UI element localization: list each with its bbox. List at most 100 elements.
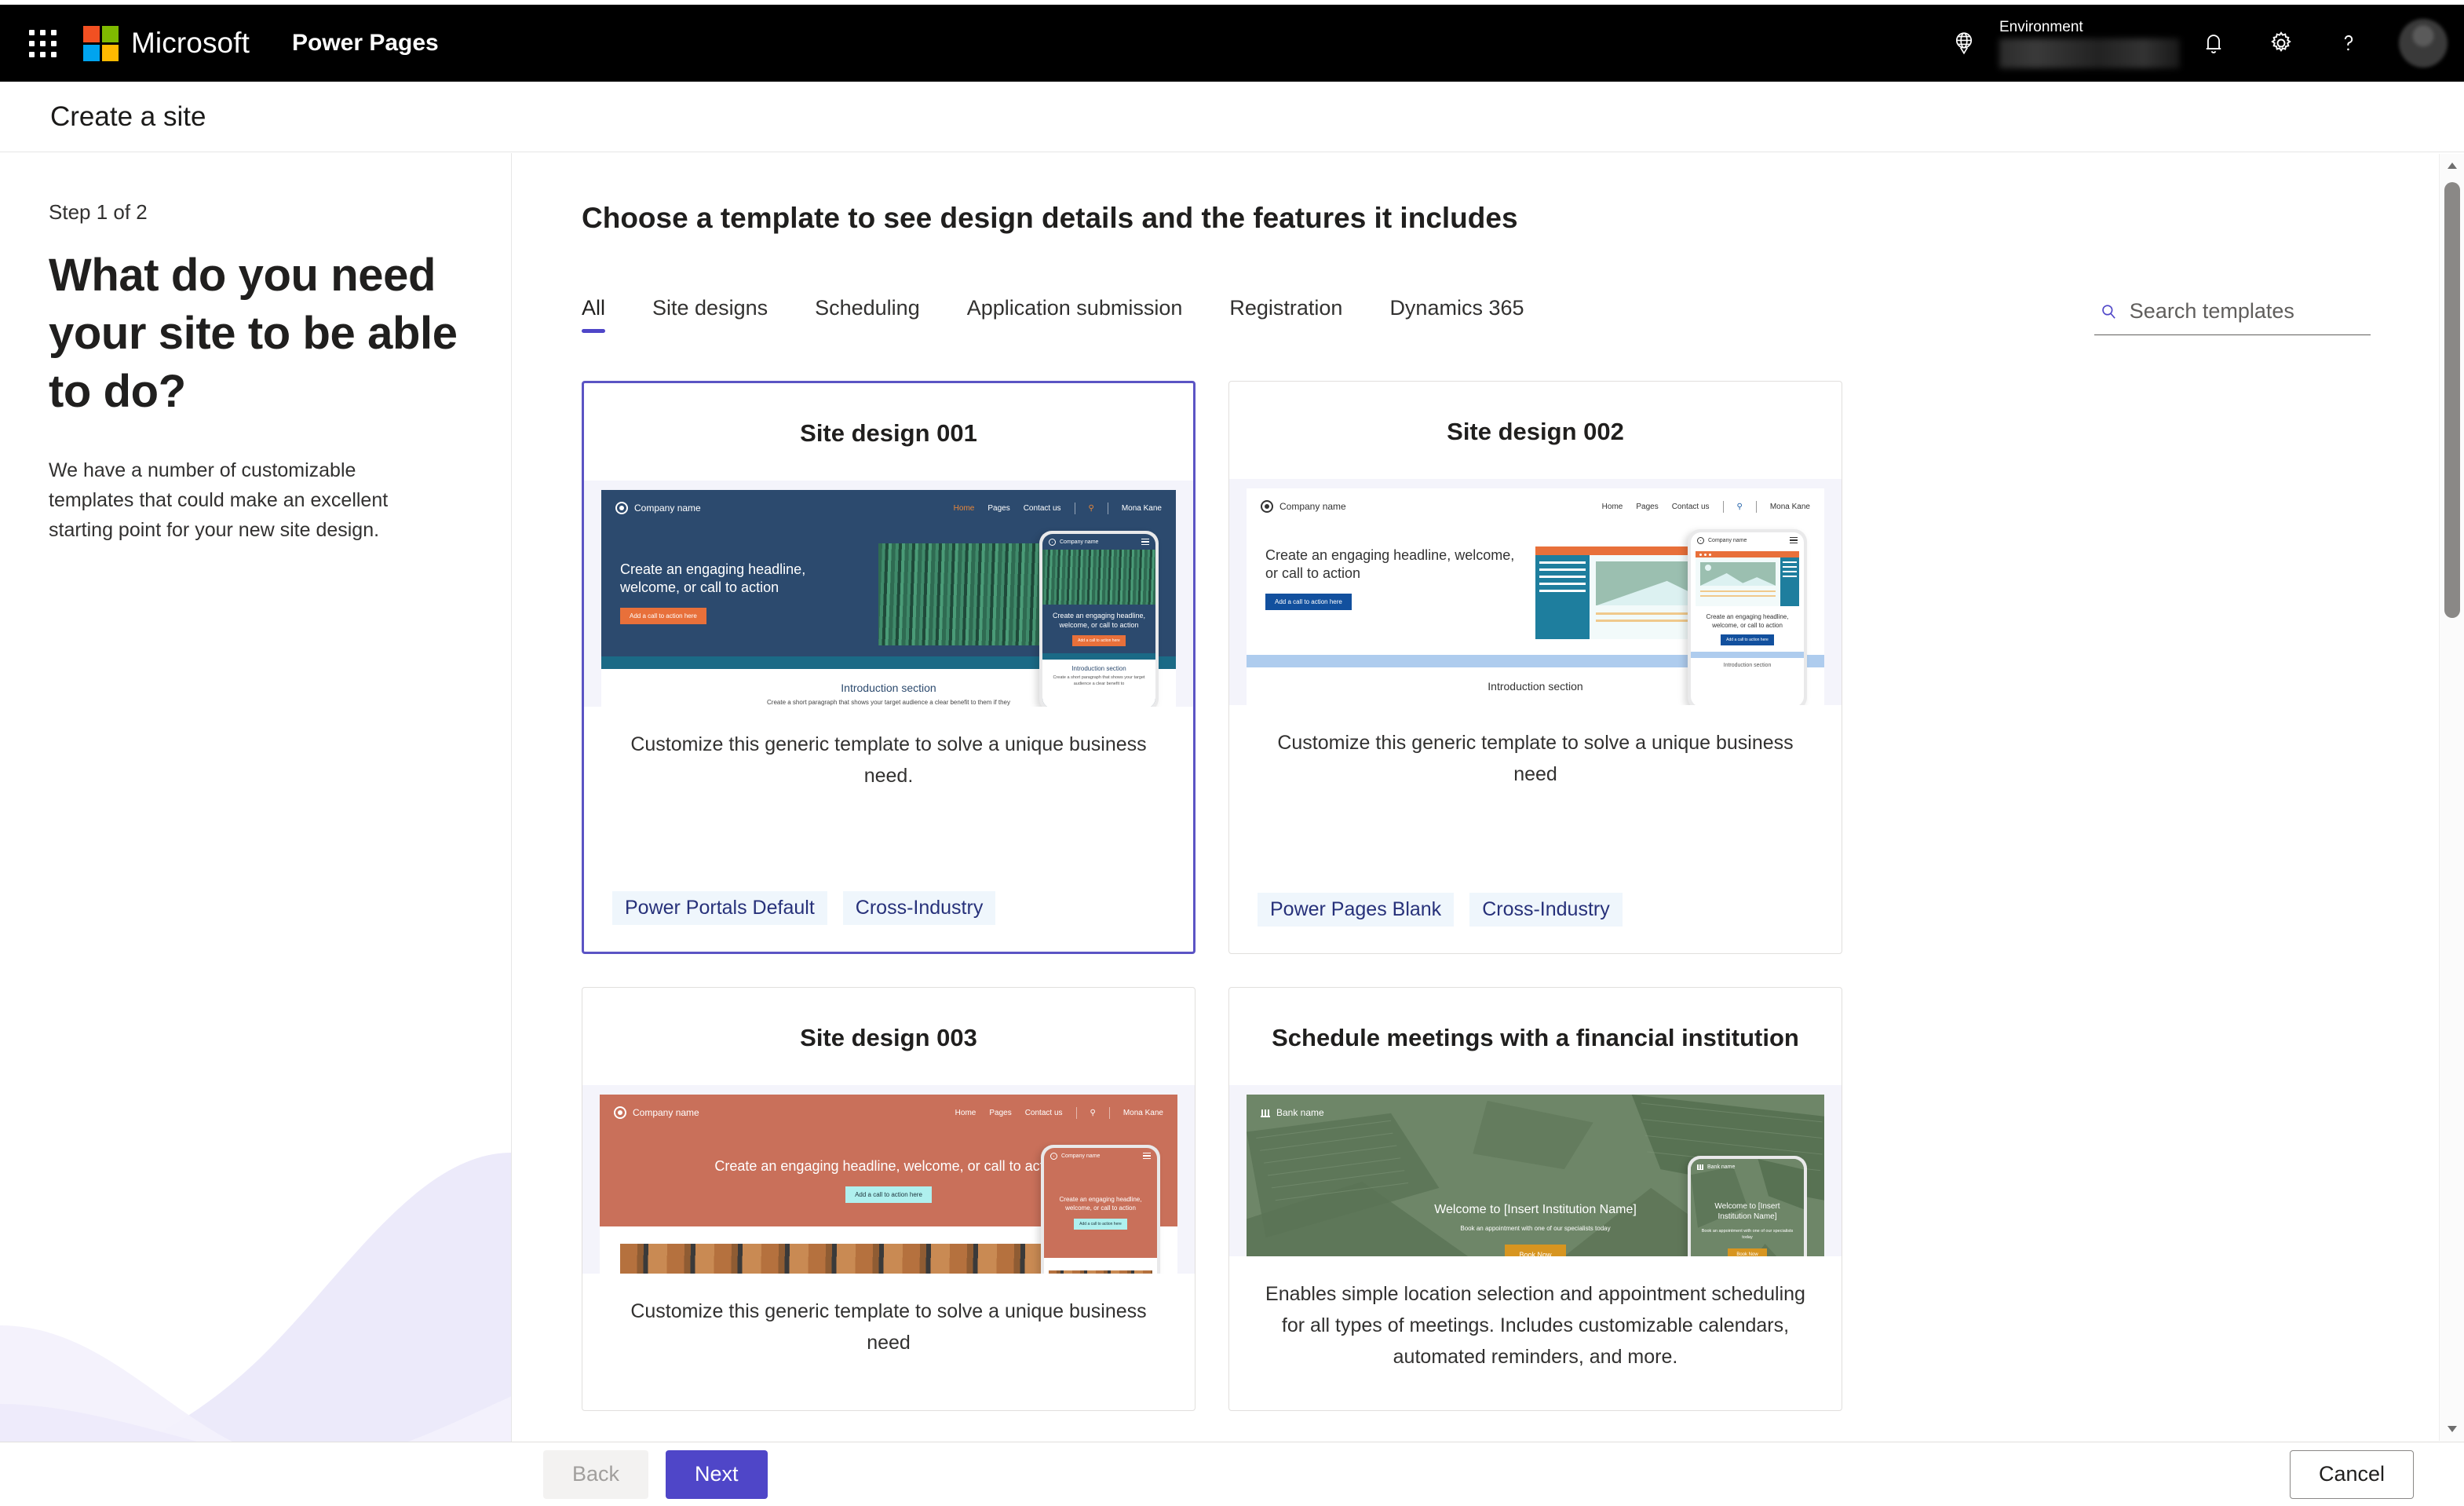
preview-phone-mockup: Bank name Welcome to [Insert Institution… bbox=[1688, 1156, 1807, 1256]
chevron-up-icon bbox=[2447, 163, 2457, 169]
account-avatar-button[interactable] bbox=[2382, 19, 2464, 68]
search-templates-box[interactable] bbox=[2094, 296, 2371, 335]
tab-scheduling[interactable]: Scheduling bbox=[815, 296, 920, 333]
preview-search-icon: ⚲ bbox=[1090, 1108, 1096, 1117]
preview-headline: Create an engaging headline, welcome, or… bbox=[714, 1158, 1063, 1174]
scrollbar-track[interactable] bbox=[2440, 177, 2464, 1417]
template-card-site-design-002[interactable]: Site design 002 Company name Home Pages … bbox=[1228, 381, 1842, 954]
cancel-button[interactable]: Cancel bbox=[2289, 1449, 2414, 1499]
card-tag-list bbox=[582, 1384, 1195, 1410]
preview-brand: Company name bbox=[1279, 501, 1346, 512]
preview-site: Company name Home Pages Contact us ⚲ Mon… bbox=[601, 490, 1176, 707]
microsoft-wordmark: Microsoft bbox=[131, 27, 250, 59]
phone-brand: Company name bbox=[1708, 537, 1747, 543]
template-card-schedule-meetings[interactable]: Schedule meetings with a financial insti… bbox=[1228, 987, 1842, 1411]
phone-brand: Company name bbox=[1060, 539, 1099, 545]
notifications-button[interactable] bbox=[2180, 5, 2247, 82]
environment-globe-button[interactable] bbox=[1935, 30, 1993, 57]
microsoft-logo-link[interactable]: Microsoft bbox=[83, 25, 250, 61]
gallery-heading: Choose a template to see design details … bbox=[582, 202, 1518, 234]
card-description: Customize this generic template to solve… bbox=[1277, 732, 1794, 785]
phone-headline: Welcome to [Insert Institution Name] bbox=[1714, 1202, 1780, 1221]
card-thumbnail: Company name Home Pages Contact us ⚲ Mon… bbox=[1229, 479, 1842, 705]
phone-cta-button: Book Now bbox=[1728, 1248, 1767, 1256]
environment-value bbox=[1999, 38, 2180, 68]
environment-selector[interactable]: Environment bbox=[1999, 19, 2180, 68]
phone-brand-icon bbox=[1050, 1152, 1057, 1160]
scroll-down-button[interactable] bbox=[2447, 1417, 2458, 1441]
wizard-description: We have a number of customizable templat… bbox=[49, 459, 389, 541]
preview-brand: Company name bbox=[633, 1107, 699, 1118]
suite-header-bar: Microsoft Power Pages Environment bbox=[0, 5, 2464, 82]
avatar bbox=[2399, 19, 2448, 68]
preview-site: Company name Home Pages Contact us ⚲ Mon… bbox=[600, 1095, 1177, 1274]
tab-dynamics-365[interactable]: Dynamics 365 bbox=[1389, 296, 1524, 333]
nav-divider bbox=[1075, 1106, 1077, 1119]
preview-site: Bank name Welcome to [Insert Institution… bbox=[1247, 1095, 1824, 1256]
tab-application-submission[interactable]: Application submission bbox=[967, 296, 1183, 333]
preview-user: Mona Kane bbox=[1769, 502, 1810, 511]
brand-ring-icon bbox=[615, 502, 628, 514]
phone-brand-icon bbox=[1697, 536, 1704, 544]
preview-nav-pages: Pages bbox=[989, 1108, 1012, 1117]
search-input[interactable] bbox=[2129, 299, 2366, 323]
card-tag-list bbox=[1229, 1384, 1842, 1410]
next-button[interactable]: Next bbox=[666, 1449, 768, 1499]
page-title: Create a site bbox=[50, 101, 206, 132]
phone-subhead: Book an appointment with one of our spec… bbox=[1701, 1229, 1794, 1240]
help-button[interactable] bbox=[2315, 5, 2382, 82]
card-title: Site design 002 bbox=[1447, 418, 1624, 445]
card-tag[interactable]: Cross-Industry bbox=[1469, 893, 1623, 927]
back-button[interactable]: Back bbox=[543, 1449, 649, 1499]
preview-user: Mona Kane bbox=[1122, 1108, 1163, 1117]
card-title: Schedule meetings with a financial insti… bbox=[1272, 1024, 1799, 1051]
question-mark-icon bbox=[2344, 35, 2353, 51]
settings-button[interactable] bbox=[2247, 5, 2315, 82]
template-card-site-design-003[interactable]: Site design 003 Company name Home Pages … bbox=[582, 987, 1195, 1411]
phone-cta-button: Add a call to action here bbox=[1074, 1219, 1127, 1230]
phone-cta-button: Add a call to action here bbox=[1072, 635, 1126, 646]
preview-cta-button: Add a call to action here bbox=[1265, 594, 1352, 610]
card-tag-list: Power Pages Blank Cross-Industry bbox=[1229, 893, 1842, 953]
phone-cta-button: Add a call to action here bbox=[1721, 634, 1774, 645]
card-tag[interactable]: Power Pages Blank bbox=[1258, 893, 1455, 927]
phone-intro-text: Create a short paragraph that shows your… bbox=[1053, 675, 1145, 686]
bell-icon bbox=[2206, 35, 2221, 53]
template-card-grid: Site design 001 Company name Home Pages … bbox=[582, 381, 2371, 1411]
tab-registration[interactable]: Registration bbox=[1229, 296, 1342, 333]
wizard-question: What do you need your site to be able to… bbox=[49, 250, 458, 417]
scrollbar-thumb[interactable] bbox=[2444, 182, 2460, 618]
card-tag[interactable]: Power Portals Default bbox=[612, 891, 827, 925]
phone-headline: Create an engaging headline, welcome, or… bbox=[1052, 612, 1146, 629]
scroll-up-button[interactable] bbox=[2447, 154, 2458, 177]
brand-ring-icon bbox=[1261, 500, 1273, 513]
phone-hero-image bbox=[1042, 550, 1155, 605]
card-title: Site design 003 bbox=[800, 1024, 977, 1051]
brand-ring-icon bbox=[614, 1106, 626, 1119]
template-card-site-design-001[interactable]: Site design 001 Company name Home Pages … bbox=[582, 381, 1195, 954]
preview-headline: Create an engaging headline, welcome, or… bbox=[620, 561, 806, 595]
phone-brand: Company name bbox=[1061, 1153, 1101, 1159]
hamburger-menu-icon bbox=[1143, 1152, 1151, 1160]
gallery-scrollbar[interactable] bbox=[2439, 154, 2464, 1441]
phone-accent-strip bbox=[1042, 653, 1155, 660]
card-thumbnail: Company name Home Pages Contact us ⚲ Mon… bbox=[584, 481, 1193, 707]
preview-brand: Company name bbox=[634, 503, 701, 514]
app-launcher-button[interactable] bbox=[13, 29, 72, 57]
card-tag[interactable]: Cross-Industry bbox=[842, 891, 996, 925]
environment-label: Environment bbox=[1999, 18, 2083, 35]
hamburger-menu-icon bbox=[1141, 538, 1149, 546]
tab-all[interactable]: All bbox=[582, 296, 606, 333]
card-title: Site design 001 bbox=[800, 419, 977, 447]
card-description: Customize this generic template to solve… bbox=[630, 733, 1147, 787]
preview-cta-button: Book Now bbox=[1505, 1245, 1566, 1256]
preview-nav-contact: Contact us bbox=[1671, 502, 1710, 511]
tab-site-designs[interactable]: Site designs bbox=[652, 296, 768, 333]
step-indicator: Step 1 of 2 bbox=[49, 200, 148, 224]
gear-icon bbox=[2271, 31, 2291, 53]
preview-phone-mockup: Company name Create an engaging headline… bbox=[1041, 1145, 1160, 1274]
phone-intro-title: Introduction section bbox=[1723, 663, 1772, 668]
preview-site: Company name Home Pages Contact us ⚲ Mon… bbox=[1247, 488, 1824, 705]
globe-icon bbox=[1955, 32, 1973, 55]
preview-nav-pages: Pages bbox=[987, 503, 1010, 513]
